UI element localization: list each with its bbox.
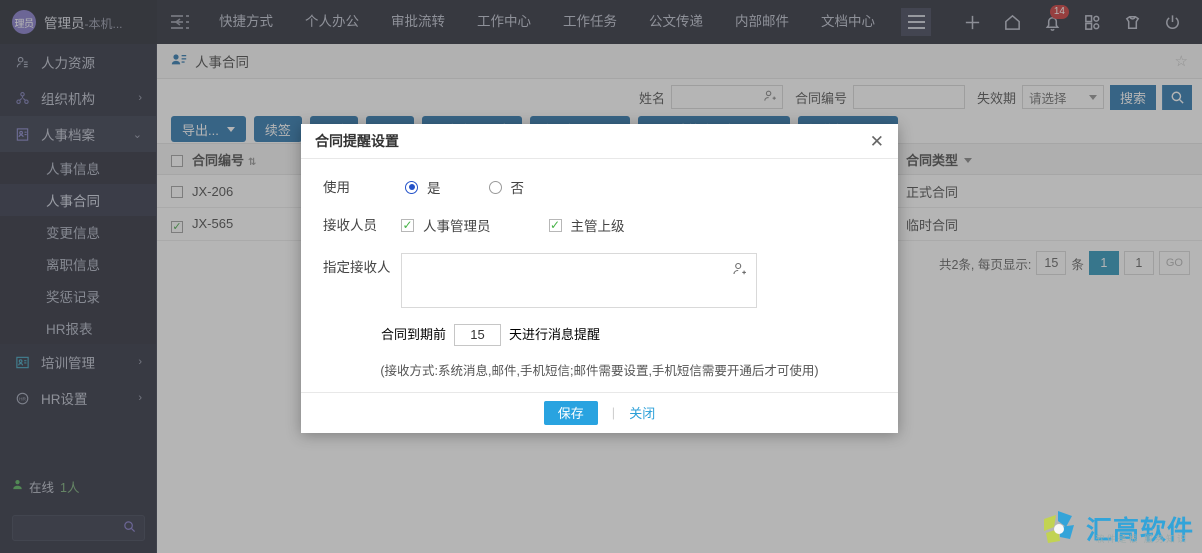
application-window: 理员 管理员-本机... 快捷方式 个人办公 审批流转 工作中心 工作任务 公文… — [0, 0, 1202, 553]
use-no-radio[interactable]: 否 — [488, 177, 525, 197]
dialog-body: 使用 是 否 接收人员 ✓ 人事管理员 ✓ 主管上级 指定接收人 合同到期前 1… — [301, 159, 898, 392]
dialog-footer: 保存 | 关闭 — [301, 392, 898, 432]
receiver-row: 接收人员 ✓ 人事管理员 ✓ 主管上级 — [301, 215, 898, 237]
receiver-supervisor-checkbox[interactable]: ✓ 主管上级 — [548, 215, 625, 235]
reminder-note: (接收方式:系统消息,邮件,手机短信;邮件需要设置,手机短信需要开通后才可使用) — [380, 364, 819, 378]
dialog-title: 合同提醒设置 — [315, 133, 399, 149]
assign-label: 指定接收人 — [323, 260, 391, 275]
checkbox-checked-icon: ✓ — [401, 217, 414, 232]
receiver-hr-admin-checkbox[interactable]: ✓ 人事管理员 — [401, 215, 491, 235]
watermark-sub: 软件是根 服务知识 — [1095, 533, 1188, 544]
days-input[interactable]: 15 — [454, 324, 502, 346]
days-suffix-label: 天进行消息提醒 — [509, 327, 601, 342]
radio-yes-icon — [405, 180, 418, 194]
dialog-header: 合同提醒设置 ✕ — [301, 124, 898, 159]
assign-receiver-field[interactable] — [401, 253, 757, 308]
use-yes-label: 是 — [427, 181, 441, 196]
receiver-supervisor-label: 主管上级 — [570, 219, 625, 234]
close-button[interactable]: 关闭 — [629, 403, 655, 422]
add-user-icon[interactable] — [732, 261, 748, 280]
receiver-label: 接收人员 — [323, 218, 377, 233]
days-prefix-label: 合同到期前 — [381, 327, 447, 342]
assign-receiver-row: 指定接收人 — [301, 253, 898, 308]
watermark-logo: 汇高软件 软件是根 服务知识 — [1036, 507, 1194, 549]
contract-reminder-dialog: 合同提醒设置 ✕ 使用 是 否 接收人员 ✓ 人事管理员 ✓ 主管上级 指定接收… — [301, 124, 898, 433]
assign-receiver-value — [402, 254, 756, 266]
divider: | — [611, 405, 616, 420]
use-no-label: 否 — [510, 181, 525, 196]
save-button[interactable]: 保存 — [543, 400, 598, 425]
close-icon[interactable]: ✕ — [870, 133, 884, 150]
receiver-hr-admin-label: 人事管理员 — [423, 219, 491, 234]
use-row: 使用 是 否 — [301, 177, 898, 199]
days-row: 合同到期前 15 天进行消息提醒 — [301, 324, 898, 346]
radio-no-icon — [488, 180, 502, 194]
checkbox-checked-icon: ✓ — [548, 217, 562, 232]
logo-mark-icon — [1043, 511, 1074, 543]
use-label: 使用 — [323, 180, 350, 195]
use-yes-radio[interactable]: 是 — [405, 177, 441, 197]
